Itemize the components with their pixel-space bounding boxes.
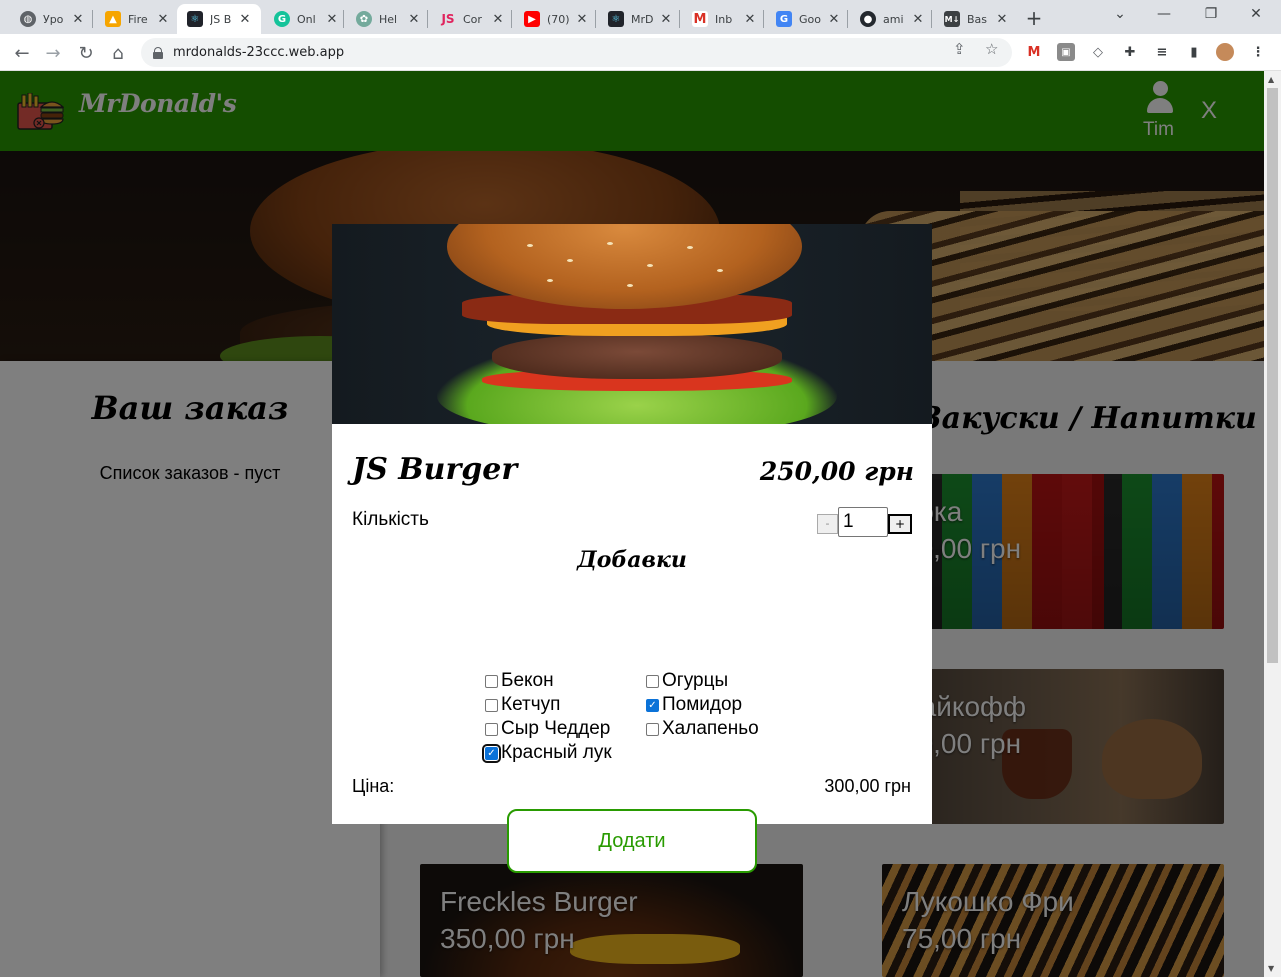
product-image	[332, 224, 932, 424]
lock-icon	[153, 46, 163, 59]
scrollbar-thumb[interactable]	[1267, 88, 1278, 663]
addon-ketchup[interactable]: Кетчуп	[485, 694, 560, 716]
markdown-icon: M↓	[944, 11, 960, 27]
browser-tab-active[interactable]: ⚛ JS B ✕	[177, 4, 261, 34]
checkbox[interactable]	[485, 722, 498, 736]
close-icon[interactable]: ✕	[491, 12, 505, 27]
browser-tab[interactable]: G Goo ✕	[766, 4, 847, 34]
home-icon[interactable]: ⌂	[106, 41, 130, 65]
product-modal: JS Burger 250,00 грн Кількість - 1 + Доб…	[332, 224, 932, 873]
close-icon[interactable]: ✕	[827, 12, 841, 27]
browser-tab[interactable]: ⚛ MrD ✕	[598, 4, 679, 34]
share-icon[interactable]: ⇪	[953, 40, 966, 58]
total-label: Ціна:	[352, 776, 395, 796]
gmail-icon: M	[692, 11, 708, 27]
close-icon[interactable]: ✕	[325, 12, 339, 27]
close-icon[interactable]: ✕	[238, 12, 252, 27]
media-control-icon[interactable]: ≡	[1153, 43, 1171, 61]
browser-tab-strip: ◍ Уро ✕ ▲ Fire ✕ ⚛ JS B ✕ G Onl ✕ ✿ Hel …	[0, 0, 1281, 34]
addons-title: Добавки	[577, 547, 687, 573]
quantity-label: Кількість	[352, 509, 429, 530]
addon-tomato[interactable]: ✓ Помидор	[646, 694, 742, 716]
kebab-menu-icon[interactable]: ⋮	[1249, 43, 1267, 61]
reload-icon[interactable]: ↻	[74, 41, 98, 65]
quantity-increment-button[interactable]: +	[888, 514, 912, 534]
js-icon: JS	[441, 12, 455, 26]
addon-cheddar[interactable]: Сыр Чеддер	[485, 718, 610, 740]
browser-tab[interactable]: M↓ Bas ✕	[934, 4, 1015, 34]
close-icon[interactable]: ✕	[71, 12, 85, 27]
addon-red-onion[interactable]: ✓ Красный лук	[482, 742, 612, 764]
google-translate-icon: G	[776, 11, 792, 27]
browser-tab[interactable]: ▶ (70) ✕	[514, 4, 595, 34]
address-bar[interactable]: mrdonalds-23ccc.web.app	[141, 38, 1012, 67]
close-icon[interactable]: ✕	[407, 12, 421, 27]
checkbox[interactable]	[485, 698, 498, 712]
total-value: 300,00 грн	[824, 776, 911, 796]
chevron-down-icon[interactable]: ⌄	[1110, 6, 1130, 22]
react-icon: ⚛	[608, 11, 624, 27]
new-tab-icon[interactable]: +	[1024, 6, 1044, 30]
app-viewport: MrDonald's Tim X Ваш заказ Список заказо…	[0, 71, 1264, 977]
product-price: 250,00 грн	[759, 457, 914, 486]
back-icon[interactable]: ←	[10, 41, 34, 65]
firebase-icon: ▲	[105, 11, 121, 27]
browser-tab[interactable]: M Inb ✕	[682, 4, 763, 34]
addon-jalapeno[interactable]: Халапеньо	[646, 718, 759, 740]
forward-icon[interactable]: →	[41, 41, 65, 65]
browser-tab[interactable]: G Onl ✕	[264, 4, 345, 34]
product-title: JS Burger	[352, 452, 518, 487]
close-icon[interactable]: ✕	[743, 12, 757, 27]
close-icon[interactable]: ✕	[156, 12, 170, 27]
addon-cucumbers[interactable]: Огурцы	[646, 670, 728, 692]
youtube-icon: ▶	[524, 11, 540, 27]
openai-icon: ✿	[356, 11, 372, 27]
quantity-input[interactable]: 1	[838, 507, 888, 537]
eraser-extension-icon[interactable]: ◇	[1089, 43, 1107, 61]
close-window-icon[interactable]: ✕	[1246, 6, 1266, 22]
browser-tab[interactable]: ✿ Hel ✕	[346, 4, 427, 34]
checkbox-checked[interactable]: ✓	[646, 698, 659, 712]
react-icon: ⚛	[187, 11, 203, 27]
checkbox[interactable]	[646, 722, 659, 736]
browser-tab[interactable]: JS Cor ✕	[430, 4, 511, 34]
checkbox-checked[interactable]: ✓	[482, 743, 501, 763]
checkbox[interactable]	[485, 674, 498, 688]
add-to-order-button[interactable]: Додати	[507, 809, 757, 873]
url-text[interactable]: mrdonalds-23ccc.web.app	[173, 45, 344, 60]
minimize-icon[interactable]: —	[1154, 6, 1174, 22]
grammarly-icon: G	[274, 11, 290, 27]
gmail-extension-icon[interactable]: M	[1025, 43, 1043, 61]
github-icon: ●	[860, 11, 876, 27]
close-icon[interactable]: ✕	[659, 12, 673, 27]
globe-icon: ◍	[20, 11, 36, 27]
addon-bacon[interactable]: Бекон	[485, 670, 554, 692]
browser-tab[interactable]: ◍ Уро ✕	[10, 4, 91, 34]
page-scrollbar[interactable]: ▲ ▼	[1264, 71, 1281, 977]
avatar[interactable]	[1216, 43, 1234, 61]
side-panel-icon[interactable]: ▮	[1185, 43, 1203, 61]
bookmark-star-icon[interactable]: ☆	[985, 40, 998, 58]
browser-toolbar: ← → ↻ ⌂ mrdonalds-23ccc.web.app ⇪ ☆ M ▣ …	[0, 34, 1281, 71]
browser-tab[interactable]: ▲ Fire ✕	[95, 4, 176, 34]
scroll-down-icon[interactable]: ▼	[1268, 964, 1274, 973]
quantity-decrement-button[interactable]: -	[817, 514, 838, 534]
close-icon[interactable]: ✕	[911, 12, 925, 27]
close-icon[interactable]: ✕	[575, 12, 589, 27]
checkbox[interactable]	[646, 674, 659, 688]
close-icon[interactable]: ✕	[995, 12, 1009, 27]
profile-extension-icon[interactable]: ▣	[1057, 43, 1075, 61]
scroll-up-icon[interactable]: ▲	[1268, 75, 1274, 84]
browser-tab[interactable]: ● ami ✕	[850, 4, 931, 34]
restore-icon[interactable]: ❐	[1201, 6, 1221, 22]
puzzle-icon[interactable]: ✚	[1121, 43, 1139, 61]
